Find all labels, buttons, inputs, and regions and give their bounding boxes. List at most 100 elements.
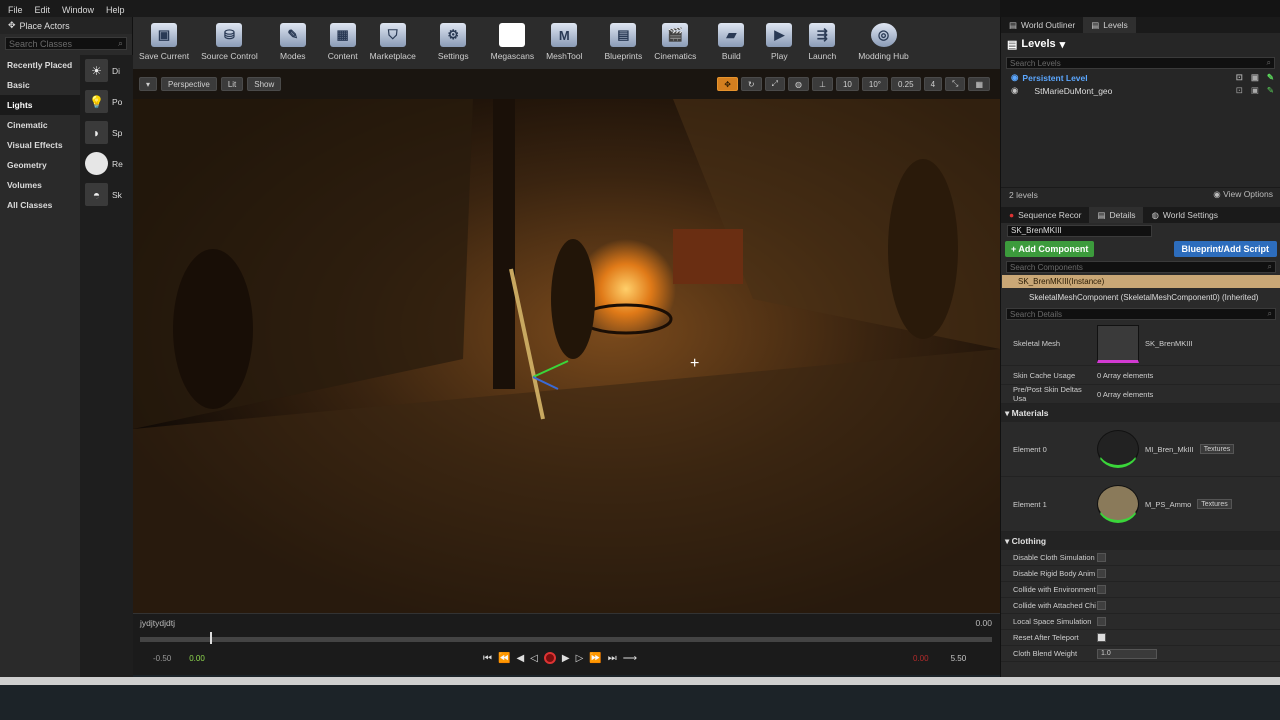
lock-icon[interactable]: ⊡ bbox=[1236, 85, 1243, 96]
add-component-button[interactable]: + Add Component bbox=[1005, 241, 1095, 257]
surface-snap-icon[interactable]: ⊥ bbox=[812, 77, 833, 91]
megascans-button[interactable]: Megascans bbox=[491, 23, 534, 61]
tab-levels[interactable]: ▤ Levels bbox=[1083, 17, 1136, 33]
mesh-name[interactable]: SK_BrenMKIII bbox=[1145, 339, 1193, 348]
reverse-icon[interactable]: ◁ bbox=[530, 653, 538, 664]
save-level-icon[interactable]: ▣ bbox=[1251, 85, 1259, 96]
launch-button[interactable]: ⇶ Launch bbox=[808, 23, 836, 61]
level-visibility-icon[interactable]: ◉ bbox=[1011, 85, 1018, 96]
jump-end-icon[interactable]: ⏭ bbox=[608, 653, 617, 664]
color-icon[interactable]: ✎ bbox=[1267, 72, 1274, 83]
sky-light-item[interactable]: ◓ Sk bbox=[80, 179, 133, 210]
modes-button[interactable]: ✎ Modes bbox=[279, 23, 306, 61]
level-viewport[interactable]: ▾ Perspective Lit Show ✥ ↻ ⤢ ◍ ⊥ 10 10° … bbox=[133, 69, 1000, 613]
viewport-menu-button[interactable]: ▾ bbox=[139, 77, 158, 91]
tab-details[interactable]: ▤ Details bbox=[1089, 207, 1144, 223]
levels-title[interactable]: ▤ Levels ▾ bbox=[1001, 33, 1280, 55]
menu-help[interactable]: Help bbox=[106, 5, 125, 15]
prev-key-icon[interactable]: ⏪ bbox=[498, 653, 510, 664]
show-button[interactable]: Show bbox=[247, 77, 282, 91]
menu-window[interactable]: Window bbox=[62, 5, 94, 15]
meshtool-button[interactable]: M MeshTool bbox=[546, 23, 582, 61]
checkbox[interactable] bbox=[1097, 617, 1106, 626]
checkbox[interactable] bbox=[1097, 601, 1106, 610]
play-forward-icon[interactable]: ▶ bbox=[562, 653, 570, 664]
level-row-persistent[interactable]: ◉ Persistent Level ⊡ ▣ ✎ bbox=[1001, 71, 1280, 84]
scale-snap-value[interactable]: 0.25 bbox=[891, 77, 921, 91]
layout-icon[interactable]: ▦ bbox=[968, 77, 990, 91]
scale-tool-icon[interactable]: ⤢ bbox=[764, 77, 786, 91]
color-icon[interactable]: ✎ bbox=[1267, 85, 1274, 96]
component-instance-row[interactable]: SK_BrenMKIII(Instance) bbox=[1002, 275, 1280, 288]
category-recently-placed[interactable]: Recently Placed bbox=[0, 55, 80, 75]
save-current-button[interactable]: ▣ Save Current bbox=[139, 23, 189, 61]
translate-tool-icon[interactable]: ✥ bbox=[717, 77, 738, 91]
checkbox[interactable] bbox=[1097, 569, 1106, 578]
cloth-blend-input[interactable]: 1.0 bbox=[1097, 648, 1157, 659]
material-name[interactable]: MI_Bren_MkIII bbox=[1145, 445, 1194, 454]
skeletal-mesh-component-row[interactable]: SkeletalMeshComponent (SkeletalMeshCompo… bbox=[1001, 288, 1280, 306]
checkbox-checked[interactable] bbox=[1097, 633, 1106, 642]
material-thumbnail[interactable] bbox=[1097, 430, 1139, 468]
world-local-icon[interactable]: ◍ bbox=[788, 77, 810, 91]
search-levels-input[interactable]: Search Levels ⌕ bbox=[1006, 57, 1275, 69]
material-name[interactable]: M_PS_Ammo bbox=[1145, 500, 1191, 509]
next-key-icon[interactable]: ⏩ bbox=[589, 653, 601, 664]
tab-world-settings[interactable]: ◍ World Settings bbox=[1143, 207, 1226, 223]
step-back-icon[interactable]: ◀ bbox=[516, 653, 524, 664]
tab-sequence-recorder[interactable]: ● Sequence Recor bbox=[1001, 207, 1089, 223]
jump-start-icon[interactable]: ⏮ bbox=[483, 653, 492, 664]
record-icon[interactable] bbox=[543, 652, 556, 664]
directional-light-item[interactable]: ☀ Di bbox=[80, 55, 133, 86]
source-control-button[interactable]: ⛁ Source Control bbox=[201, 23, 258, 61]
checkbox[interactable] bbox=[1097, 553, 1106, 562]
cinematics-button[interactable]: 🎬 Cinematics bbox=[654, 23, 696, 61]
play-button[interactable]: ▶ Play bbox=[766, 23, 793, 61]
modding-hub-button[interactable]: ◎ Modding Hub bbox=[858, 23, 909, 61]
point-light-item[interactable]: 💡 Po bbox=[80, 86, 133, 117]
category-cinematic[interactable]: Cinematic bbox=[0, 115, 80, 135]
category-geometry[interactable]: Geometry bbox=[0, 155, 80, 175]
camera-speed-value[interactable]: 4 bbox=[923, 77, 943, 91]
actor-name-field[interactable]: SK_BrenMKIII bbox=[1007, 225, 1152, 237]
material-thumbnail[interactable] bbox=[1097, 485, 1139, 523]
search-classes-input[interactable]: Search Classes ⌕ bbox=[5, 37, 127, 50]
blueprint-add-script-button[interactable]: Blueprint/Add Script bbox=[1173, 241, 1277, 257]
timeline-track[interactable] bbox=[140, 637, 992, 642]
settings-button[interactable]: ⚙ Settings bbox=[438, 23, 469, 61]
tab-world-outliner[interactable]: ▤ World Outliner bbox=[1001, 17, 1083, 33]
menu-file[interactable]: File bbox=[8, 5, 23, 15]
step-forward-icon[interactable]: ▷ bbox=[576, 653, 584, 664]
textures-dropdown[interactable]: Textures bbox=[1197, 499, 1232, 509]
rect-light-item[interactable]: Re bbox=[80, 148, 133, 179]
level-row-stmariedumont[interactable]: ◉ StMarieDuMont_geo ⊡ ▣ ✎ bbox=[1001, 84, 1280, 97]
level-visibility-icon[interactable]: ◉ bbox=[1011, 72, 1018, 83]
category-basic[interactable]: Basic bbox=[0, 75, 80, 95]
materials-section[interactable]: ▾ Materials bbox=[1001, 404, 1280, 422]
spot-light-item[interactable]: ◗ Sp bbox=[80, 117, 133, 148]
menu-edit[interactable]: Edit bbox=[35, 5, 51, 15]
grid-snap-value[interactable]: 10 bbox=[835, 77, 859, 91]
marketplace-button[interactable]: ⛉ Marketplace bbox=[370, 23, 416, 61]
save-level-icon[interactable]: ▣ bbox=[1251, 72, 1259, 83]
search-details-input[interactable]: Search Details ⌕ bbox=[1006, 308, 1276, 320]
category-volumes[interactable]: Volumes bbox=[0, 175, 80, 195]
blueprints-button[interactable]: ▤ Blueprints bbox=[604, 23, 642, 61]
checkbox[interactable] bbox=[1097, 585, 1106, 594]
rotation-snap-value[interactable]: 10° bbox=[861, 77, 888, 91]
content-button[interactable]: ▦ Content bbox=[328, 23, 358, 61]
lit-button[interactable]: Lit bbox=[220, 77, 244, 91]
build-button[interactable]: ▰ Build bbox=[718, 23, 745, 61]
playhead[interactable] bbox=[210, 632, 212, 644]
lock-icon[interactable]: ⊡ bbox=[1236, 72, 1243, 83]
category-visual-effects[interactable]: Visual Effects bbox=[0, 135, 80, 155]
perspective-button[interactable]: Perspective bbox=[161, 77, 217, 91]
maximize-icon[interactable]: ⤡ bbox=[945, 77, 966, 91]
rotate-tool-icon[interactable]: ↻ bbox=[740, 77, 762, 91]
category-lights[interactable]: Lights bbox=[0, 95, 80, 115]
textures-dropdown[interactable]: Textures bbox=[1199, 444, 1235, 454]
view-options-button[interactable]: ◉ View Options bbox=[1213, 189, 1273, 200]
mesh-thumbnail[interactable] bbox=[1097, 324, 1139, 363]
loop-icon[interactable]: ⟶ bbox=[623, 653, 637, 664]
search-components-input[interactable]: Search Components ⌕ bbox=[1006, 261, 1276, 273]
